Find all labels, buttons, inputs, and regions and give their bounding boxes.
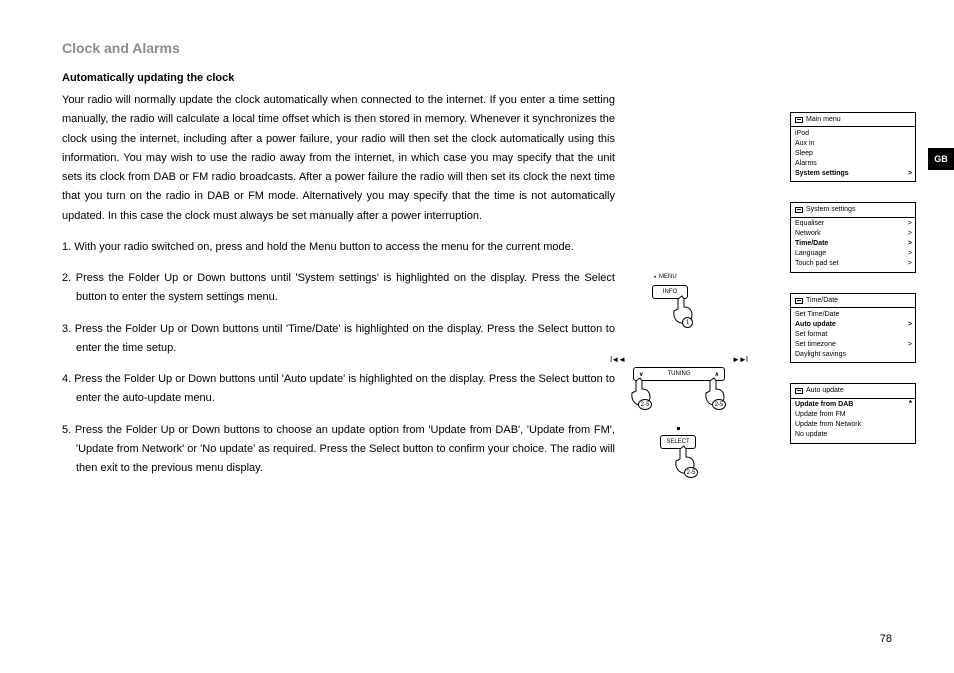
- menu-item: No update: [795, 430, 912, 440]
- menu-icon: [795, 117, 803, 123]
- text-column: Automatically updating the clock Your ra…: [62, 72, 615, 490]
- subheading: Automatically updating the clock: [62, 72, 615, 84]
- section-title: Clock and Alarms: [62, 40, 914, 56]
- menu-label: MENU: [659, 274, 677, 280]
- button-diagram: • MENU INFO 1 I◄◄ ►►I ∨ TUNING ∧ 2-5 2-5…: [610, 275, 770, 495]
- menu-item: System settings>: [795, 168, 912, 178]
- manual-page: GB Clock and Alarms Automatically updati…: [0, 0, 954, 673]
- step-number: 2-5: [712, 399, 726, 410]
- menu-item: Set Time/Date: [795, 309, 912, 319]
- step-number: 2-5: [684, 467, 698, 478]
- menu-icon: [795, 298, 803, 304]
- step-item: With your radio switched on, press and h…: [62, 238, 615, 257]
- menu-item: Update from Network: [795, 420, 912, 430]
- menu-item: Touch pad set>: [795, 259, 912, 269]
- menu-item: Set format: [795, 329, 912, 339]
- menu-item: Aux in: [795, 138, 912, 148]
- menu-item: Language>: [795, 249, 912, 259]
- menu-item: Update from FM: [795, 410, 912, 420]
- menu-item: Set timezone>: [795, 339, 912, 349]
- menu-timedate: Time/Date Set Time/DateAuto update>Set f…: [790, 293, 916, 363]
- menu-screenshots: Main menu iPodAux inSleepAlarmsSystem se…: [790, 112, 916, 444]
- menu-item: Update from DAB*: [795, 400, 912, 410]
- step-item: Press the Folder Up or Down buttons to c…: [62, 421, 615, 479]
- next-icon: ►►I: [732, 355, 747, 364]
- menu-item: iPod: [795, 128, 912, 138]
- intro-paragraph: Your radio will normally update the cloc…: [62, 91, 615, 226]
- dot-icon: [677, 427, 680, 430]
- step-item: Press the Folder Up or Down buttons unti…: [62, 320, 615, 359]
- step-item: Press the Folder Up or Down buttons unti…: [62, 370, 615, 409]
- menu-icon: [795, 207, 803, 213]
- menu-title-text: Time/Date: [806, 296, 838, 305]
- menu-item: Sleep: [795, 148, 912, 158]
- menu-item: Equaliser>: [795, 219, 912, 229]
- menu-title-text: System settings: [806, 205, 855, 214]
- menu-title-text: Auto update: [806, 386, 844, 395]
- menu-icon: [795, 388, 803, 394]
- step-item: Press the Folder Up or Down buttons unti…: [62, 269, 615, 308]
- page-number: 78: [880, 633, 892, 645]
- menu-system: System settings Equaliser>Network>Time/D…: [790, 202, 916, 272]
- step-number: 1: [682, 317, 693, 328]
- menu-item: Time/Date>: [795, 239, 912, 249]
- menu-title-text: Main menu: [806, 115, 841, 124]
- menu-item: Auto update>: [795, 319, 912, 329]
- menu-item: Network>: [795, 229, 912, 239]
- content-row: Automatically updating the clock Your ra…: [62, 72, 914, 490]
- language-tab-gb: GB: [928, 148, 954, 170]
- menu-auto: Auto update Update from DAB*Update from …: [790, 383, 916, 443]
- menu-main: Main menu iPodAux inSleepAlarmsSystem se…: [790, 112, 916, 182]
- menu-item: Daylight savings: [795, 349, 912, 359]
- step-number: 2-5: [638, 399, 652, 410]
- prev-icon: I◄◄: [610, 355, 625, 364]
- menu-item: Alarms: [795, 158, 912, 168]
- tuning-label: TUNING: [668, 371, 691, 377]
- steps-list: With your radio switched on, press and h…: [62, 238, 615, 479]
